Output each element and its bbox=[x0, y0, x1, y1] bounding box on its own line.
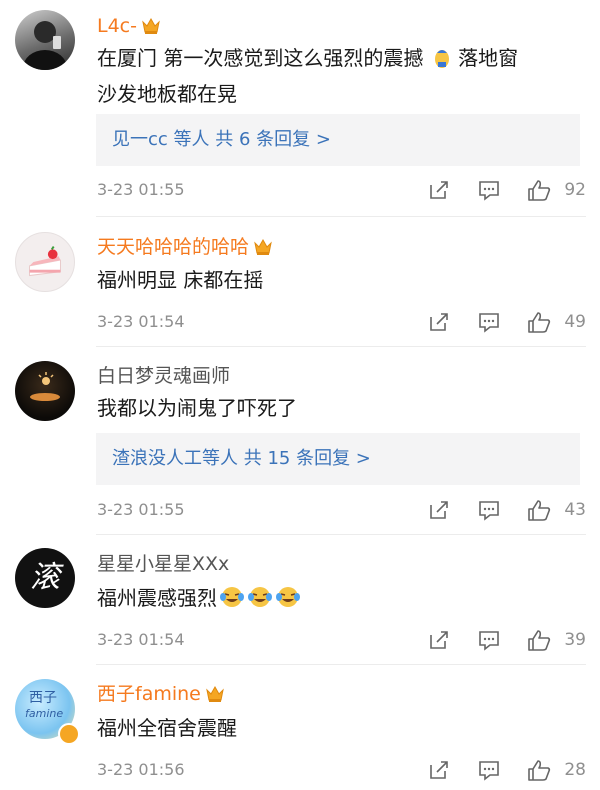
like-count: 92 bbox=[564, 180, 586, 200]
reply-summary-link[interactable]: 渣浪没人工等人 共 15 条回复 > bbox=[96, 433, 580, 485]
like-count: 43 bbox=[564, 500, 586, 520]
comment-text: 福州全宿舍震醒 bbox=[97, 716, 237, 740]
like-count: 49 bbox=[564, 312, 586, 332]
comment-meta: 3-23 01:54 49 bbox=[97, 309, 586, 335]
like-icon[interactable] bbox=[527, 757, 553, 783]
comment-text: 福州震感强烈 bbox=[97, 582, 584, 618]
username-text[interactable]: L4c- bbox=[97, 15, 137, 37]
like-count: 39 bbox=[564, 630, 586, 650]
vip-crown-icon bbox=[141, 17, 161, 41]
comment-text: 我都以为闹鬼了吓死了 bbox=[97, 396, 297, 420]
username[interactable]: 西子famine bbox=[97, 682, 225, 709]
vip-crown-icon bbox=[205, 685, 225, 709]
username[interactable]: 星星小星星XXx bbox=[97, 552, 229, 576]
username[interactable]: L4c- bbox=[97, 14, 161, 41]
timestamp: 3-23 01:54 bbox=[97, 312, 185, 331]
like-icon[interactable] bbox=[527, 627, 553, 653]
laugh-cry-emoji-icon bbox=[219, 585, 245, 618]
timestamp: 3-23 01:55 bbox=[97, 500, 185, 519]
verified-badge-icon bbox=[58, 723, 80, 745]
comment-meta: 3-23 01:54 39 bbox=[97, 627, 586, 653]
avatar[interactable] bbox=[15, 10, 75, 70]
avatar-text: famine bbox=[25, 707, 64, 720]
timestamp: 3-23 01:54 bbox=[97, 630, 185, 649]
avatar[interactable] bbox=[15, 361, 75, 421]
timestamp: 3-23 01:55 bbox=[97, 180, 185, 199]
username[interactable]: 白日梦灵魂画师 bbox=[97, 364, 230, 388]
share-icon[interactable] bbox=[428, 497, 452, 523]
comment-icon[interactable] bbox=[478, 177, 502, 203]
username-text[interactable]: 西子famine bbox=[97, 683, 201, 705]
username[interactable]: 天天哈哈哈的哈哈 bbox=[97, 235, 273, 262]
like-icon[interactable] bbox=[527, 497, 553, 523]
share-icon[interactable] bbox=[428, 309, 452, 335]
comment-meta: 3-23 01:55 43 bbox=[97, 497, 586, 523]
laugh-cry-emoji-icon bbox=[247, 585, 273, 618]
share-icon[interactable] bbox=[428, 177, 452, 203]
comment-text: 在厦门 第一次感觉到这么强烈的震撼 落地窗 沙发地板都在晃 bbox=[97, 46, 519, 106]
comment-item: L4c- 在厦门 第一次感觉到这么强烈的震撼 落地窗 沙发地板都在晃 见一cc … bbox=[0, 0, 600, 217]
comment-icon[interactable] bbox=[478, 627, 502, 653]
comment-item: 天天哈哈哈的哈哈 福州明显 床都在摇 3-23 01:54 49 bbox=[0, 217, 600, 347]
comment-item: 白日梦灵魂画师 我都以为闹鬼了吓死了 渣浪没人工等人 共 15 条回复 > 3-… bbox=[0, 347, 600, 535]
avatar[interactable] bbox=[15, 232, 75, 292]
laugh-cry-emoji-icon bbox=[275, 585, 301, 618]
comment-item: 滚 星星小星星XXx 福州震感强烈 3-23 01:54 39 bbox=[0, 535, 600, 665]
timestamp: 3-23 01:56 bbox=[97, 760, 185, 779]
avatar[interactable]: 滚 bbox=[15, 548, 75, 608]
vip-crown-icon bbox=[253, 238, 273, 262]
sweat-emoji-icon bbox=[432, 46, 452, 78]
comment-icon[interactable] bbox=[478, 497, 502, 523]
comment-icon[interactable] bbox=[478, 757, 502, 783]
comment-item: 西子 famine 西子famine 福州全宿舍震醒 3-23 01:56 28 bbox=[0, 665, 600, 790]
comment-meta: 3-23 01:55 92 bbox=[97, 177, 586, 203]
avatar-glyph: 滚 bbox=[30, 560, 60, 595]
comment-text: 福州明显 床都在摇 bbox=[97, 268, 264, 292]
username-text[interactable]: 天天哈哈哈的哈哈 bbox=[97, 236, 249, 258]
comment-meta: 3-23 01:56 28 bbox=[97, 757, 586, 783]
share-icon[interactable] bbox=[428, 757, 452, 783]
like-icon[interactable] bbox=[527, 177, 553, 203]
like-count: 28 bbox=[564, 760, 586, 780]
like-icon[interactable] bbox=[527, 309, 553, 335]
share-icon[interactable] bbox=[428, 627, 452, 653]
comment-icon[interactable] bbox=[478, 309, 502, 335]
reply-summary-link[interactable]: 见一cc 等人 共 6 条回复 > bbox=[96, 114, 580, 166]
avatar-text: 西子 bbox=[29, 690, 57, 706]
